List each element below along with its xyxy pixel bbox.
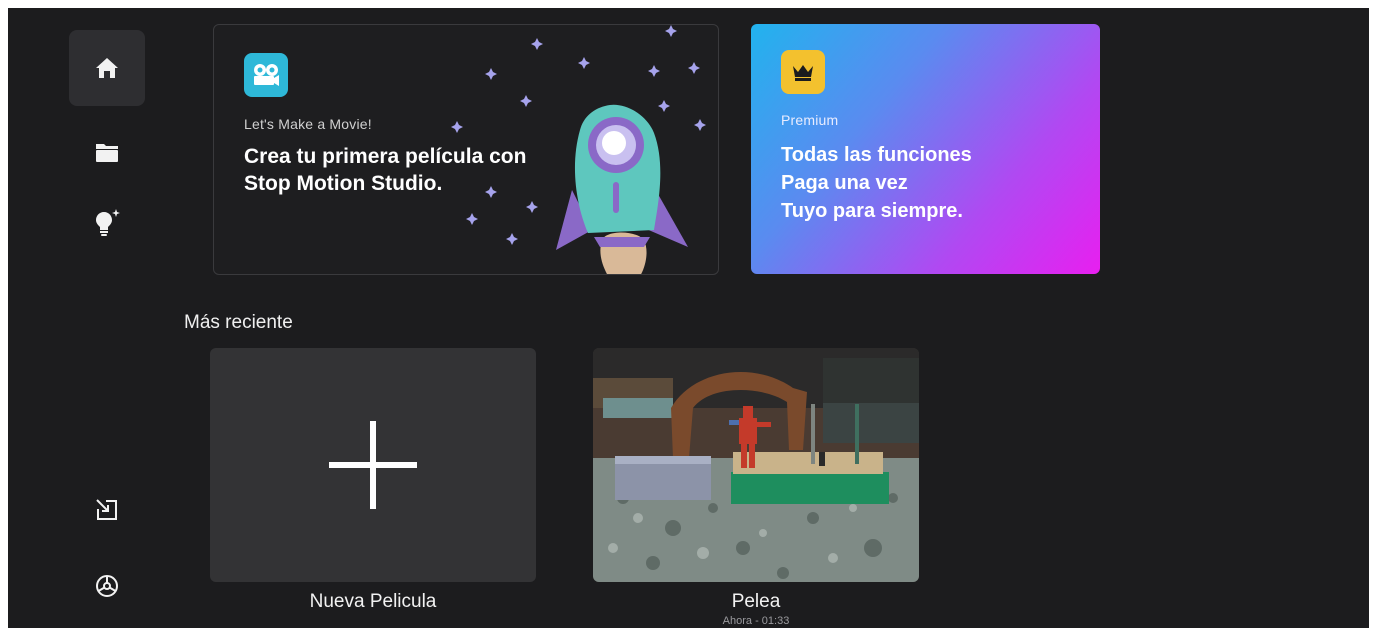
- project-title: Pelea: [731, 591, 781, 612]
- new-movie-label: Nueva Pelicula: [309, 591, 437, 612]
- premium-card[interactable]: Premium Todas las funciones Paga una vez…: [751, 24, 1100, 274]
- crown-icon: [781, 50, 825, 94]
- toy-figure-photo: [593, 348, 919, 582]
- lets-make-movie-card[interactable]: Let's Make a Movie! Crea tu primera pelí…: [213, 24, 719, 275]
- premium-text: Todas las funciones Paga una vez Tuyo pa…: [781, 141, 972, 225]
- sidebar-item-projects[interactable]: [69, 114, 145, 190]
- gear-icon: [96, 575, 118, 597]
- sidebar-item-home[interactable]: [69, 30, 145, 106]
- import-icon: [96, 499, 117, 520]
- premium-line1: Todas las funciones: [781, 144, 972, 166]
- folder-icon: [96, 144, 118, 162]
- sidebar-item-import[interactable]: [69, 472, 145, 548]
- recent-section-title: Más reciente: [184, 312, 293, 333]
- app-window: Let's Make a Movie! Crea tu primera pelí…: [8, 8, 1369, 628]
- premium-line3: Tuyo para siempre.: [781, 200, 963, 222]
- rocket-illustration: [451, 25, 706, 274]
- premium-eyebrow: Premium: [781, 112, 839, 128]
- new-movie-tile[interactable]: [210, 348, 536, 582]
- sidebar-item-tips[interactable]: [69, 184, 145, 260]
- project-meta: Ahora - 01:33: [722, 615, 790, 627]
- home-icon: [96, 58, 118, 78]
- lightbulb-sparkle-icon: [96, 209, 120, 236]
- premium-line2: Paga una vez: [781, 172, 908, 194]
- sidebar-item-settings[interactable]: [69, 548, 145, 624]
- plus-icon: [329, 421, 417, 509]
- project-thumbnail[interactable]: [593, 348, 919, 582]
